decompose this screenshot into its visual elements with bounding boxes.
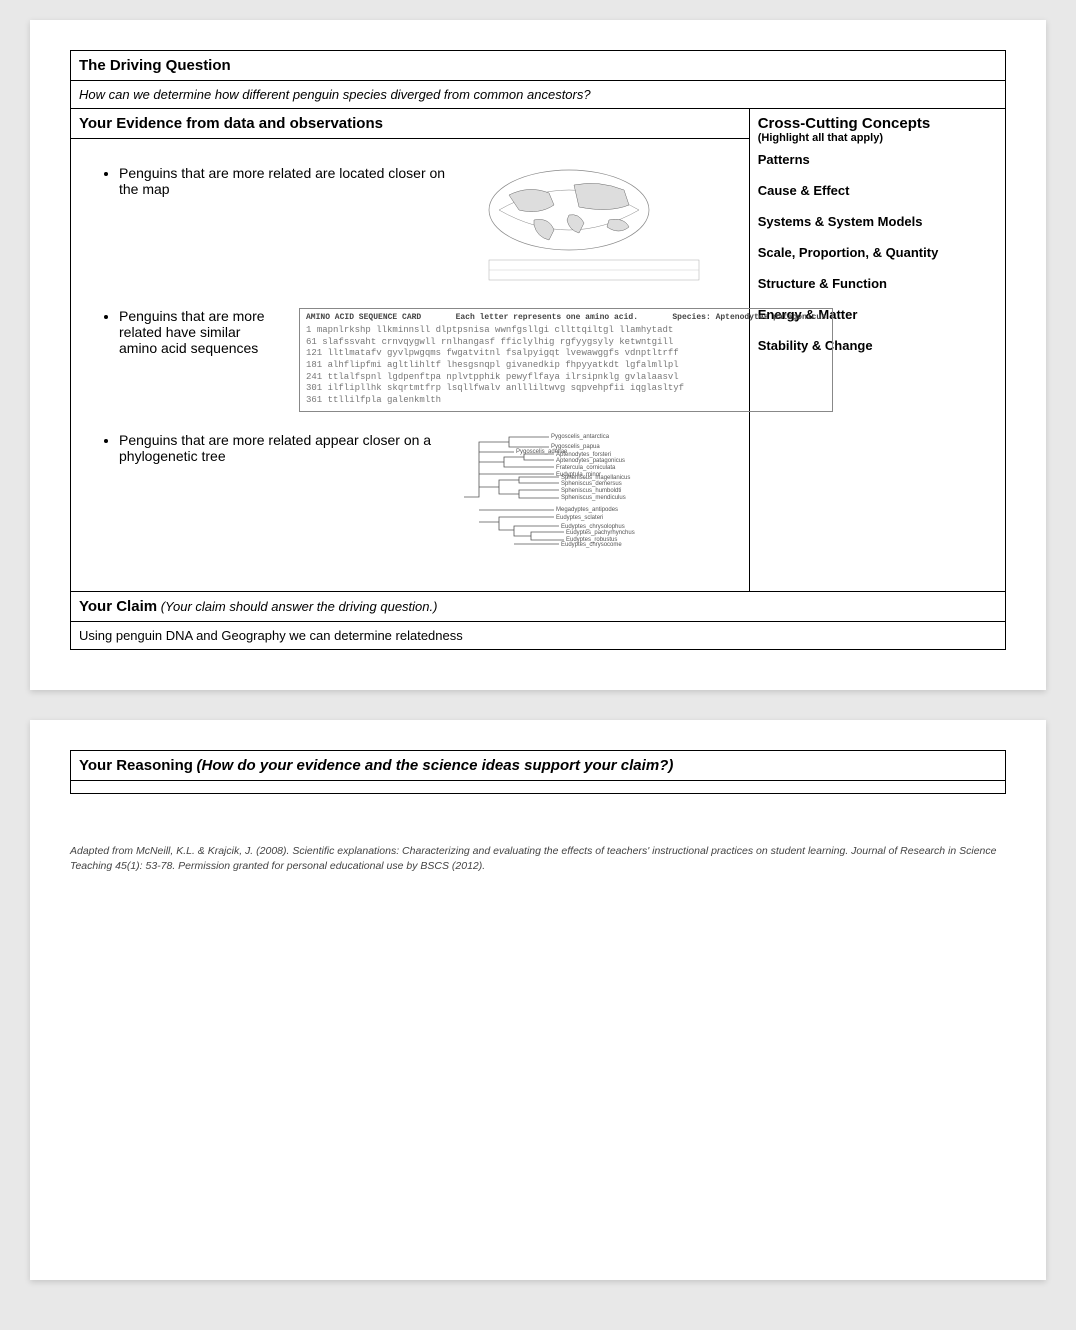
svg-text:Spheniscus_demersus: Spheniscus_demersus xyxy=(561,481,622,487)
svg-text:Eudyptes_chrysocome: Eudyptes_chrysocome xyxy=(561,542,622,548)
claim-label: Your Claim xyxy=(79,598,157,615)
evidence-header: Your Evidence from data and observations xyxy=(71,109,750,139)
evidence-item-2: Penguins that are more related have simi… xyxy=(119,308,741,412)
evidence-text-2: Penguins that are more related have simi… xyxy=(119,308,279,356)
evidence-text-1: Penguins that are more related are locat… xyxy=(119,165,459,197)
seq-card-title: AMINO ACID SEQUENCE CARD xyxy=(306,313,421,322)
svg-text:Aptenodytes_patagonicus: Aptenodytes_patagonicus xyxy=(556,458,625,464)
claim-header: Your Claim (Your claim should answer the… xyxy=(71,591,1006,621)
world-map-icon xyxy=(479,165,709,285)
svg-text:Eudyptes_pachyrhynchus: Eudyptes_pachyrhynchus xyxy=(566,530,635,536)
driving-question-header: The Driving Question xyxy=(71,51,1006,81)
reasoning-header: Your Reasoning (How do your evidence and… xyxy=(71,750,1006,780)
ccc-patterns: Patterns xyxy=(758,144,997,175)
claim-text: Using penguin DNA and Geography we can d… xyxy=(79,628,463,643)
driving-question-label: The Driving Question xyxy=(79,57,231,74)
seq-species: Aptenodytes patagonicus xyxy=(716,313,826,322)
ccc-scale: Scale, Proportion, & Quantity xyxy=(758,237,997,268)
evidence-body: Penguins that are more related are locat… xyxy=(71,139,750,592)
reasoning-label: Your Reasoning xyxy=(79,757,193,774)
ccc-cause-effect: Cause & Effect xyxy=(758,175,997,206)
world-map-figure xyxy=(479,165,741,288)
reasoning-hint: (How do your evidence and the science id… xyxy=(197,757,674,774)
evidence-item-3: Penguins that are more related appear cl… xyxy=(119,432,741,565)
driving-question-cell: How can we determine how different pengu… xyxy=(71,81,1006,109)
driving-question-text: How can we determine how different pengu… xyxy=(79,87,591,102)
claim-body: Using penguin DNA and Geography we can d… xyxy=(71,621,1006,649)
svg-text:Fratercula_corniculata: Fratercula_corniculata xyxy=(556,465,616,471)
reasoning-body xyxy=(71,780,1006,793)
page-1: The Driving Question How can we determin… xyxy=(30,20,1046,690)
ccc-sub: (Highlight all that apply) xyxy=(758,132,997,144)
svg-text:Spheniscus_humboldti: Spheniscus_humboldti xyxy=(561,488,621,494)
page-2: Your Reasoning (How do your evidence and… xyxy=(30,720,1046,1280)
evidence-text-3: Penguins that are more related appear cl… xyxy=(119,432,439,464)
seq-card-subtitle: Each letter represents one amino acid. xyxy=(456,313,638,322)
claim-hint: (Your claim should answer the driving qu… xyxy=(161,599,438,614)
ccc-label: Cross-Cutting Concepts xyxy=(758,115,997,132)
reasoning-table: Your Reasoning (How do your evidence and… xyxy=(70,750,1006,794)
svg-text:Pygoscelis_antarctica: Pygoscelis_antarctica xyxy=(551,434,610,440)
svg-text:Eudyptes_sclateri: Eudyptes_sclateri xyxy=(556,515,603,521)
seq-species-label: Species: xyxy=(672,313,710,322)
evidence-item-1: Penguins that are more related are locat… xyxy=(119,165,741,288)
ccc-systems: Systems & System Models xyxy=(758,206,997,237)
worksheet-table: The Driving Question How can we determin… xyxy=(70,50,1006,650)
ccc-structure: Structure & Function xyxy=(758,268,997,299)
svg-text:Megadyptes_antipodes: Megadyptes_antipodes xyxy=(556,507,618,513)
svg-text:Spheniscus_mendiculus: Spheniscus_mendiculus xyxy=(561,495,626,501)
evidence-label: Your Evidence from data and observations xyxy=(79,115,383,132)
phylo-tree-figure: Pygoscelis_antarctica Pygoscelis_papua P… xyxy=(459,432,759,565)
phylo-tree-icon: Pygoscelis_antarctica Pygoscelis_papua P… xyxy=(459,432,759,562)
sequence-card-figure: AMINO ACID SEQUENCE CARD Each letter rep… xyxy=(299,308,833,412)
citation-text: Adapted from McNeill, K.L. & Krajcik, J.… xyxy=(70,844,1006,873)
